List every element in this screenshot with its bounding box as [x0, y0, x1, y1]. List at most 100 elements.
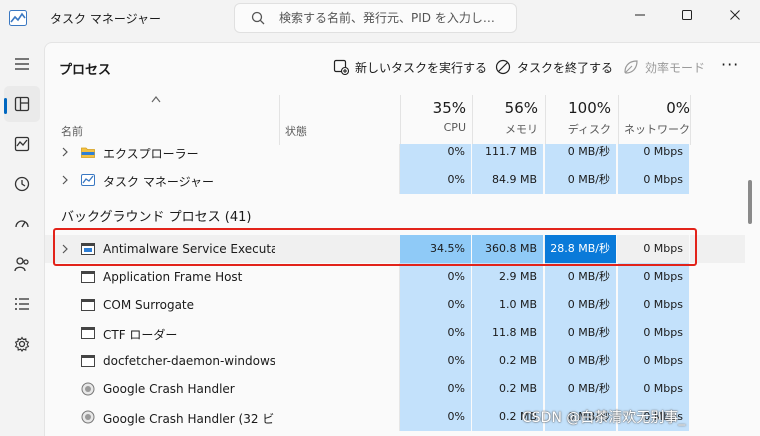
cpu-cell: 0%: [400, 166, 472, 194]
cpu-cell: 0%: [400, 347, 472, 375]
table-row[interactable]: CTF ローダー 0% 11.8 MB 0 MB/秒 0 Mbps: [45, 319, 745, 347]
chevron-right-icon[interactable]: [61, 147, 69, 157]
nav-users[interactable]: [4, 246, 40, 282]
status-cell: [279, 403, 400, 431]
cpu-total: 35%: [432, 99, 466, 117]
title-bar: タスク マネージャー: [0, 0, 760, 40]
search-icon: [251, 11, 265, 25]
minimize-icon: [635, 14, 645, 16]
cpu-cell: 0%: [400, 263, 472, 291]
process-name: エクスプローラー: [103, 147, 199, 161]
process-list: エクスプローラー 0% 111.7 MB 0 MB/秒 0 Mbps タスク マ…: [45, 144, 745, 436]
cpu-label: CPU: [443, 121, 466, 134]
nav-details[interactable]: [4, 286, 40, 322]
window-icon: [81, 327, 95, 339]
memory-cell: 1.0 MB: [472, 291, 544, 319]
cpu-cell: 0%: [400, 291, 472, 319]
google-crash-icon: [81, 410, 95, 424]
table-row[interactable]: エクスプローラー 0% 111.7 MB 0 MB/秒 0 Mbps: [45, 144, 745, 166]
task-manager-app-icon: [9, 10, 27, 26]
process-name: Google Crash Handler: [103, 382, 235, 396]
process-name: Application Frame Host: [103, 270, 243, 284]
nav-menu-button[interactable]: [4, 46, 40, 82]
end-task-label: タスクを終了する: [517, 60, 614, 75]
column-separator: [279, 95, 280, 145]
table-row[interactable]: Application Frame Host 0% 2.9 MB 0 MB/秒 …: [45, 263, 745, 291]
new-task-label: 新しいタスクを実行する: [355, 60, 488, 75]
search-input[interactable]: [279, 9, 509, 27]
network-cell: 0 Mbps: [618, 319, 690, 347]
more-options-button[interactable]: ···: [721, 55, 739, 74]
process-name: docfetcher-daemon-windows....: [103, 354, 275, 368]
column-network[interactable]: 0% ネットワーク: [618, 99, 696, 143]
nav-services[interactable]: [4, 326, 40, 362]
efficiency-mode-button[interactable]: 効率モード: [623, 57, 705, 77]
column-cpu[interactable]: 35% CPU: [400, 99, 472, 143]
process-name: CTF ローダー: [103, 328, 178, 342]
disk-cell: 0 MB/秒: [545, 263, 617, 291]
scrollbar-thumb[interactable]: [748, 180, 752, 224]
maximize-icon: [682, 10, 692, 20]
memory-cell: 0.2 MB: [472, 347, 544, 375]
window-icon: [81, 299, 95, 311]
services-gear-icon: [14, 336, 30, 352]
process-name: タスク マネージャー: [103, 175, 214, 189]
memory-cell: 111.7 MB: [472, 144, 544, 166]
end-task-button[interactable]: タスクを終了する: [495, 57, 613, 77]
memory-label: メモリ: [505, 123, 538, 136]
processes-icon: [14, 96, 30, 112]
disk-cell: 0 MB/秒: [545, 347, 617, 375]
nav-processes[interactable]: [4, 86, 40, 122]
maximize-button[interactable]: [664, 0, 710, 30]
disk-cell: 0 MB/秒: [545, 375, 617, 403]
disk-cell: 0 MB/秒: [545, 291, 617, 319]
disk-cell: 0 MB/秒: [545, 144, 617, 166]
status-cell: [279, 347, 400, 375]
cpu-cell: 0%: [400, 375, 472, 403]
chevron-right-icon[interactable]: [61, 175, 69, 185]
new-task-icon: [333, 59, 349, 75]
table-row[interactable]: タスク マネージャー 0% 84.9 MB 0 MB/秒 0 Mbps: [45, 166, 745, 194]
cpu-cell: 0%: [400, 403, 472, 431]
status-cell: [279, 166, 400, 194]
nav-startup-apps[interactable]: [4, 206, 40, 242]
folder-icon: [81, 147, 95, 158]
column-memory[interactable]: 56% メモリ: [472, 99, 544, 143]
close-icon: [730, 10, 740, 20]
details-list-icon: [15, 298, 29, 310]
table-row[interactable]: COM Surrogate 0% 1.0 MB 0 MB/秒 0 Mbps: [45, 291, 745, 319]
leaf-icon: [624, 60, 638, 74]
window-title: タスク マネージャー: [50, 12, 161, 26]
disk-label: ディスク: [567, 123, 611, 136]
status-cell: [279, 263, 400, 291]
network-cell: 0 Mbps: [618, 375, 690, 403]
new-task-button[interactable]: 新しいタスクを実行する: [333, 57, 487, 77]
end-task-icon: [495, 59, 511, 75]
active-indicator: [4, 98, 7, 114]
minimize-button[interactable]: [617, 0, 663, 30]
table-row[interactable]: Google Crash Handler 0% 0.2 MB 0 MB/秒 0 …: [45, 375, 745, 403]
network-cell: 0 Mbps: [618, 263, 690, 291]
highlight-annotation-box: [53, 228, 697, 266]
network-cell: 0 Mbps: [618, 166, 690, 194]
users-icon: [14, 257, 29, 272]
background-processes-header: バックグラウンド プロセス (41): [61, 210, 252, 225]
network-label: ネットワーク: [624, 123, 690, 136]
column-status[interactable]: 状態: [285, 123, 307, 139]
nav-performance[interactable]: [4, 126, 40, 162]
status-cell: [279, 319, 400, 347]
performance-icon: [14, 136, 30, 152]
process-name: Google Crash Handler (32 ビット): [103, 412, 275, 426]
process-name: COM Surrogate: [103, 298, 195, 312]
startup-gauge-icon: [15, 220, 29, 228]
close-button[interactable]: [712, 0, 758, 30]
column-disk[interactable]: 100% ディスク: [545, 99, 617, 143]
memory-total: 56%: [504, 99, 538, 117]
column-name[interactable]: 名前: [61, 123, 83, 139]
disk-cell: 0 MB/秒: [545, 319, 617, 347]
search-box[interactable]: [234, 3, 517, 33]
cpu-cell: 0%: [400, 144, 472, 166]
nav-app-history[interactable]: [4, 166, 40, 202]
memory-cell: 2.9 MB: [472, 263, 544, 291]
table-row[interactable]: docfetcher-daemon-windows.... 0% 0.2 MB …: [45, 347, 745, 375]
